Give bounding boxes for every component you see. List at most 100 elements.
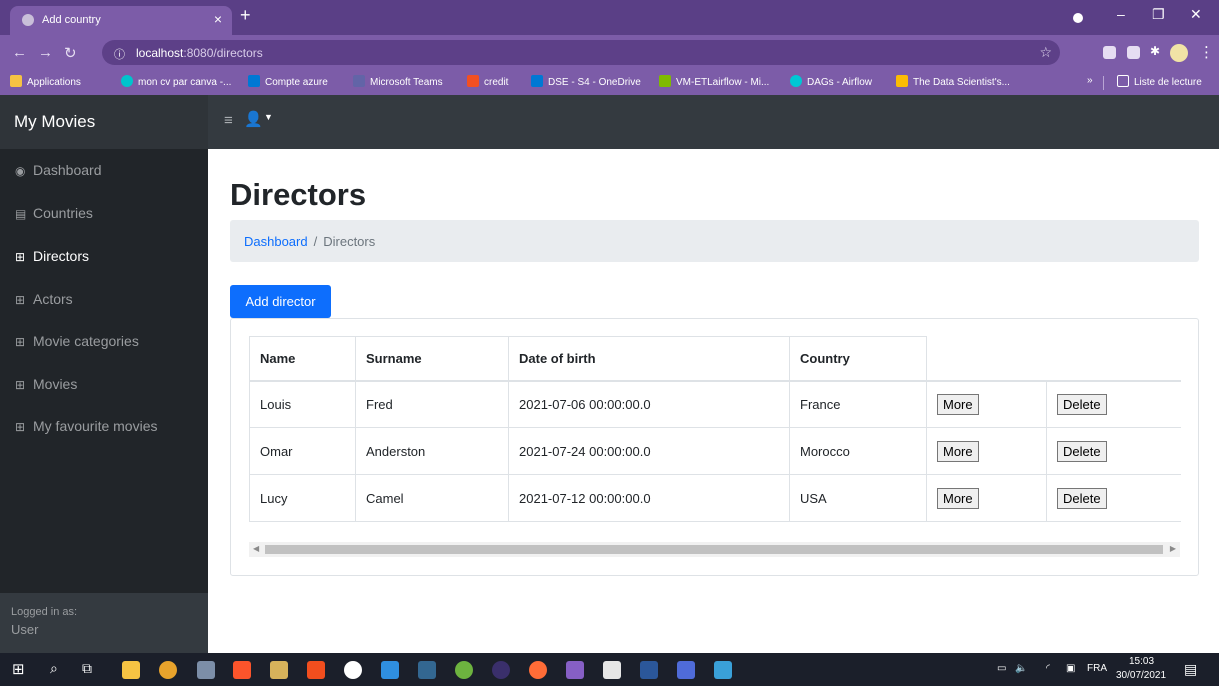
app-brand[interactable]: My Movies bbox=[0, 95, 208, 149]
postgresql-icon[interactable] bbox=[418, 661, 436, 679]
photos-icon[interactable] bbox=[714, 661, 732, 679]
profile-avatar-icon[interactable] bbox=[1170, 44, 1188, 62]
back-arrow-icon[interactable]: ← bbox=[12, 44, 27, 61]
bookmark-applications[interactable]: Applications bbox=[10, 75, 81, 88]
bookmark-data-scientist[interactable]: The Data Scientist's... bbox=[896, 75, 1010, 88]
app-icon[interactable] bbox=[197, 661, 215, 679]
figma-icon[interactable] bbox=[307, 661, 325, 679]
delete-button[interactable]: Delete bbox=[1057, 487, 1107, 509]
address-bar[interactable]: ⓘ localhost:8080/directors ☆ bbox=[102, 40, 1060, 65]
sidebar-item-actors[interactable]: ⊞ Actors bbox=[15, 291, 73, 307]
bookmark-azure[interactable]: Compte azure bbox=[248, 75, 328, 88]
bookmark-star-icon[interactable]: ☆ bbox=[1039, 44, 1052, 61]
browser-tab[interactable]: Add country × bbox=[10, 6, 232, 35]
more-bookmarks-button[interactable]: » bbox=[1087, 75, 1093, 86]
breadcrumb-dashboard-link[interactable]: Dashboard bbox=[244, 234, 308, 249]
sidebar-item-favourite-movies[interactable]: ⊞ My favourite movies bbox=[15, 418, 157, 434]
directors-table: Name Surname Date of birth Country Louis… bbox=[249, 336, 1181, 522]
cell-more: More bbox=[926, 427, 1047, 475]
sidebar-item-label: Actors bbox=[33, 291, 73, 307]
battery-icon[interactable]: ▭ bbox=[997, 663, 1006, 674]
scrollbar-thumb[interactable] bbox=[265, 545, 1163, 554]
bookmark-credit[interactable]: credit bbox=[467, 75, 508, 88]
breadcrumb-separator: / bbox=[313, 234, 318, 249]
app-icon[interactable] bbox=[270, 661, 288, 679]
brave-icon[interactable] bbox=[233, 661, 251, 679]
new-tab-button[interactable]: + bbox=[240, 5, 251, 26]
delete-button[interactable]: Delete bbox=[1057, 440, 1107, 462]
reload-icon[interactable]: ↻ bbox=[64, 44, 77, 62]
sidebar-toggle-icon[interactable]: ≡ bbox=[224, 112, 233, 129]
chart-icon: ▤ bbox=[15, 207, 27, 221]
bookmark-canva[interactable]: mon cv par canva -... bbox=[121, 75, 231, 88]
bookmark-onedrive[interactable]: DSE - S4 - OneDrive bbox=[531, 75, 641, 88]
clock-date[interactable]: 30/07/2021 bbox=[1116, 670, 1166, 681]
cell-date-of-birth: 2021-07-12 00:00:00.0 bbox=[508, 474, 790, 522]
search-icon[interactable]: ⌕ bbox=[50, 660, 58, 677]
close-window-button[interactable]: ✕ bbox=[1190, 6, 1202, 23]
vscode-icon[interactable] bbox=[381, 661, 399, 679]
app-icon[interactable] bbox=[603, 661, 621, 679]
task-view-icon[interactable]: ⧉ bbox=[82, 660, 92, 677]
sidebar-item-dashboard[interactable]: ◉ Dashboard bbox=[15, 162, 102, 178]
postman-icon[interactable] bbox=[529, 661, 547, 679]
forward-arrow-icon[interactable]: → bbox=[38, 44, 53, 61]
bookmark-vm-airflow[interactable]: VM-ETLairflow - Mi... bbox=[659, 75, 769, 88]
table-row: Omar Anderston 2021-07-24 00:00:00.0 Mor… bbox=[249, 427, 1181, 475]
file-explorer-icon[interactable] bbox=[122, 661, 140, 679]
eclipse-icon[interactable] bbox=[492, 661, 510, 679]
scroll-left-icon[interactable]: ◀ bbox=[253, 544, 259, 553]
app-icon[interactable] bbox=[677, 661, 695, 679]
reading-list-icon bbox=[1117, 75, 1129, 87]
table-icon: ⊞ bbox=[15, 335, 26, 349]
chevron-down-icon[interactable]: ▼ bbox=[264, 112, 273, 122]
minimize-button[interactable]: – bbox=[1117, 6, 1125, 22]
column-header-date-of-birth: Date of birth bbox=[508, 336, 790, 382]
canva-icon bbox=[121, 75, 133, 87]
pocket-extension-icon[interactable] bbox=[1127, 46, 1140, 59]
more-button[interactable]: More bbox=[937, 487, 979, 509]
wifi-icon[interactable]: ◜ bbox=[1046, 663, 1050, 674]
sidebar-item-countries[interactable]: ▤ Countries bbox=[15, 205, 93, 221]
logged-in-user: User bbox=[11, 622, 39, 637]
cell-more: More bbox=[926, 380, 1047, 428]
browser-tab-strip: Add country × + – ❐ ✕ bbox=[0, 0, 1219, 35]
delete-button[interactable]: Delete bbox=[1057, 393, 1107, 415]
profile-indicator-icon[interactable] bbox=[1073, 13, 1083, 23]
microsoft-icon bbox=[467, 75, 479, 87]
spring-icon[interactable] bbox=[455, 661, 473, 679]
mail-extension-icon[interactable] bbox=[1103, 46, 1116, 59]
microsoft-icon bbox=[531, 75, 543, 87]
browser-menu-icon[interactable]: ⋮ bbox=[1199, 43, 1214, 61]
reading-list-button[interactable]: Liste de lecture bbox=[1117, 75, 1202, 88]
visual-studio-icon[interactable] bbox=[566, 661, 584, 679]
notification-icon[interactable]: ▤ bbox=[1184, 661, 1197, 678]
user-icon[interactable]: 👤 bbox=[244, 110, 263, 128]
horizontal-scrollbar[interactable]: ◀ ▶ bbox=[249, 542, 1180, 557]
maximize-button[interactable]: ❐ bbox=[1152, 6, 1165, 23]
extensions-puzzle-icon[interactable]: ✱ bbox=[1150, 44, 1163, 58]
bookmark-teams[interactable]: Microsoft Teams bbox=[353, 75, 443, 88]
site-info-icon[interactable]: ⓘ bbox=[114, 46, 125, 62]
bookmark-label: Microsoft Teams bbox=[370, 77, 443, 88]
teams-icon bbox=[353, 75, 365, 87]
more-button[interactable]: More bbox=[937, 393, 979, 415]
bookmark-dags-airflow[interactable]: DAGs - Airflow bbox=[790, 75, 872, 88]
github-icon[interactable] bbox=[344, 661, 362, 679]
network-icon[interactable]: ▣ bbox=[1066, 663, 1075, 674]
volume-icon[interactable]: 🔈 bbox=[1015, 663, 1027, 674]
tab-close-icon[interactable]: × bbox=[214, 11, 222, 27]
scroll-right-icon[interactable]: ▶ bbox=[1170, 544, 1176, 553]
more-button[interactable]: More bbox=[937, 440, 979, 462]
url-host: localhost bbox=[136, 46, 184, 60]
sidebar-item-movie-categories[interactable]: ⊞ Movie categories bbox=[15, 333, 139, 349]
clock-time[interactable]: 15:03 bbox=[1129, 656, 1154, 667]
language-indicator[interactable]: FRA bbox=[1087, 663, 1107, 674]
sidebar-item-movies[interactable]: ⊞ Movies bbox=[15, 376, 77, 392]
chrome-icon[interactable] bbox=[159, 661, 177, 679]
add-director-button[interactable]: Add director bbox=[230, 285, 331, 318]
windows-start-icon[interactable]: ⊞ bbox=[12, 660, 25, 678]
sidebar-item-directors[interactable]: ⊞ Directors bbox=[15, 248, 89, 264]
word-icon[interactable] bbox=[640, 661, 658, 679]
reading-list-label: Liste de lecture bbox=[1134, 77, 1202, 88]
